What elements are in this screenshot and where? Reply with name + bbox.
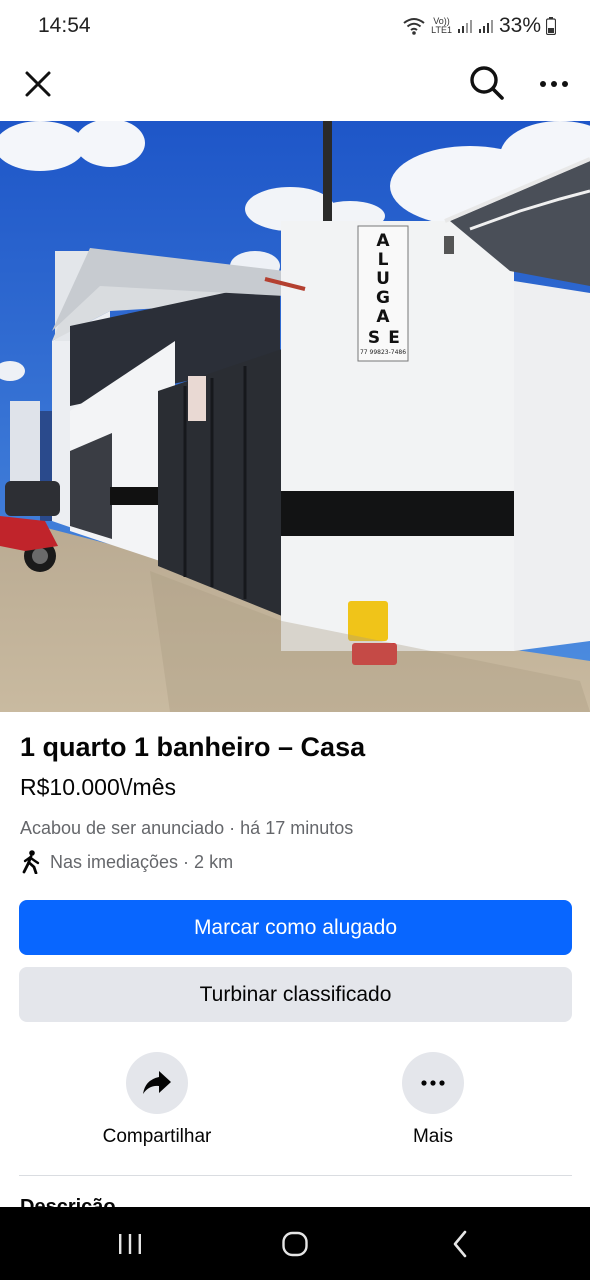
wifi-icon (403, 18, 425, 35)
system-nav-bar (0, 1207, 590, 1280)
listing-photo[interactable]: A L U G A S E 77 99823-7486 (0, 121, 590, 712)
sign-letter: A (376, 307, 390, 327)
recent-apps-button[interactable] (110, 1229, 150, 1259)
listing-meta: Acabou de ser anunciado · há 17 minutos (20, 818, 353, 839)
sign-letter: A (376, 231, 390, 251)
search-icon (470, 66, 504, 100)
sign-phone: 77 99823-7486 (360, 349, 406, 356)
photo-illustration: A L U G A S E 77 99823-7486 (0, 121, 590, 712)
recent-apps-icon (119, 1234, 141, 1254)
walking-person-icon (22, 850, 40, 874)
posted-time: · há 17 minutos (229, 818, 354, 838)
status-icons: Vo)) LTE1 33% (402, 14, 556, 38)
home-icon (282, 1231, 308, 1257)
back-button[interactable] (440, 1227, 480, 1261)
more-horizontal-icon (421, 1080, 445, 1086)
sign-letter: E (388, 328, 400, 348)
share-icon (143, 1071, 171, 1094)
more-options-button[interactable] (533, 64, 575, 104)
more-label: Mais (412, 1126, 454, 1147)
share-label: Compartilhar (102, 1126, 212, 1147)
boost-listing-button[interactable]: Turbinar classificado (19, 967, 572, 1022)
sign-letter: S (368, 328, 380, 348)
battery-icon (546, 17, 556, 35)
status-bar: 14:54 Vo)) LTE1 33% (0, 0, 590, 54)
home-button[interactable] (274, 1227, 316, 1261)
status-time: 14:54 (38, 14, 91, 37)
close-icon (25, 71, 51, 97)
mark-as-rented-button[interactable]: Marcar como alugado (19, 900, 572, 955)
listing-title: 1 quarto 1 banheiro – Casa (20, 732, 366, 762)
back-icon (453, 1230, 467, 1258)
sign-letter: U (376, 269, 390, 289)
listing-location: Nas imediações · 2 km (20, 849, 233, 875)
more-action[interactable]: Mais (353, 1052, 513, 1148)
signal-icon (478, 20, 493, 33)
share-button[interactable] (126, 1052, 188, 1114)
search-button[interactable] (466, 62, 508, 104)
location-text: Nas imediações · 2 km (50, 851, 234, 872)
app-bar (0, 54, 590, 120)
sign-letter: L (378, 250, 389, 270)
battery-percent: 33% (498, 14, 541, 37)
sign-letter: G (376, 288, 390, 308)
close-button[interactable] (18, 64, 58, 104)
share-action[interactable]: Compartilhar (77, 1052, 237, 1148)
posted-status: Acabou de ser anunciado (20, 818, 225, 838)
signal-icon (457, 20, 472, 33)
network-type: Vo)) LTE1 (431, 16, 452, 35)
listing-price: R$10.000\/mês (20, 774, 176, 800)
more-horizontal-icon (540, 81, 568, 87)
more-button[interactable] (402, 1052, 464, 1114)
divider (19, 1175, 572, 1176)
